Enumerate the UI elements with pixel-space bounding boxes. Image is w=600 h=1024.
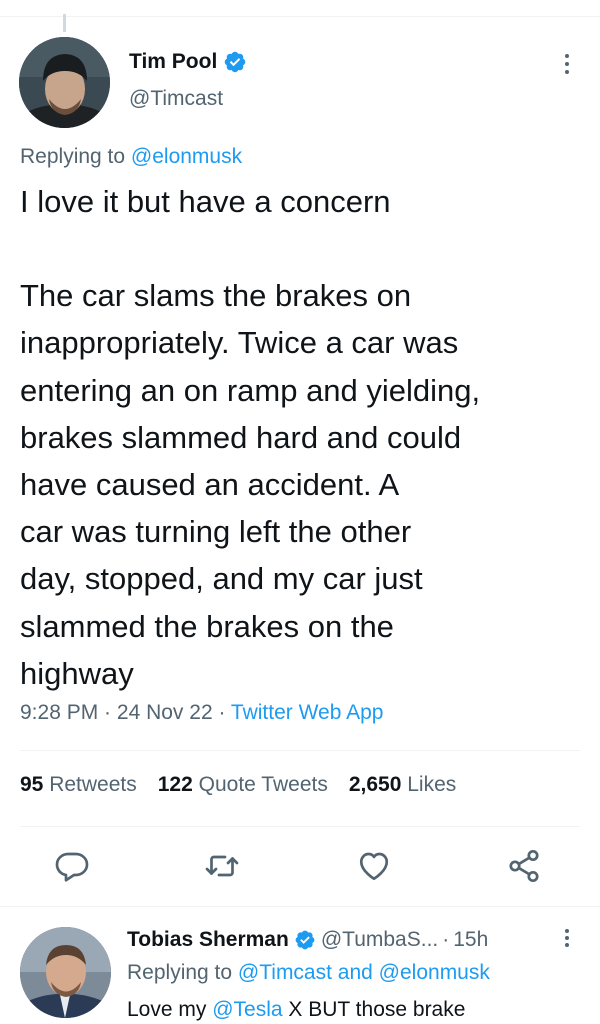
reply-author-avatar[interactable] xyxy=(20,927,111,1018)
reply-avatar-image xyxy=(20,927,111,1018)
reply-separator: · xyxy=(442,928,450,951)
mention-tesla[interactable]: @Tesla xyxy=(212,998,282,1021)
reply-display-name[interactable]: Tobias Sherman xyxy=(127,928,289,952)
likes-stat[interactable]: 2,650 Likes xyxy=(349,773,456,797)
thread-connector-line xyxy=(63,14,66,32)
replying-to-prefix: Replying to xyxy=(20,145,131,168)
author-avatar[interactable] xyxy=(19,37,110,128)
tweet-text-line: inappropriately. Twice a car was xyxy=(20,325,459,361)
replying-to-line: Replying to @elonmusk xyxy=(20,145,242,169)
retweets-label: Retweets xyxy=(49,773,137,796)
tweet-text: I love it but have a concern The car sla… xyxy=(20,178,580,697)
mention-elonmusk[interactable]: @elonmusk xyxy=(379,961,490,984)
retweets-count: 95 xyxy=(20,773,44,796)
likes-label: Likes xyxy=(407,773,457,796)
top-divider xyxy=(0,16,600,17)
tweet-text-line: brakes slammed hard and could xyxy=(20,419,462,455)
reply-icon[interactable] xyxy=(54,848,90,884)
quote-tweets-stat[interactable]: 122 Quote Tweets xyxy=(158,773,328,797)
heart-icon[interactable] xyxy=(356,848,392,884)
tweet-text-line: day, stopped, and my car just xyxy=(20,561,423,597)
likes-count: 2,650 xyxy=(348,773,402,796)
replying-to-mention[interactable]: @elonmusk xyxy=(131,145,242,168)
tweet-text-line: slammed the brakes on the xyxy=(20,608,394,644)
meta-separator: · xyxy=(98,701,117,724)
reply-time[interactable]: 15h xyxy=(453,928,488,952)
divider xyxy=(0,906,600,907)
reply-replying-to-line: Replying to @Timcast and @elonmusk xyxy=(127,961,490,985)
divider xyxy=(20,750,580,751)
tweet-text-blank-line xyxy=(20,225,580,272)
mention-and: and xyxy=(331,961,379,984)
tweet-time[interactable]: 9:28 PM xyxy=(20,701,98,724)
tweet-source-link[interactable]: Twitter Web App xyxy=(231,701,384,724)
verified-badge-icon xyxy=(295,930,315,950)
quotes-label: Quote Tweets xyxy=(198,773,328,796)
tweet-text-line: highway xyxy=(20,655,134,691)
reply-text-suffix: X BUT those brake xyxy=(282,998,466,1021)
author-handle[interactable]: @Timcast xyxy=(129,87,223,111)
retweet-icon[interactable] xyxy=(204,848,240,884)
tweet-text-line: entering an on ramp and yielding, xyxy=(20,372,481,408)
reply-text: Love my @Tesla X BUT those brake xyxy=(127,998,465,1022)
retweets-stat[interactable]: 95 Retweets xyxy=(20,773,137,797)
reply-text-prefix: Love my xyxy=(127,998,213,1021)
tweet-date[interactable]: 24 Nov 22 xyxy=(117,701,213,724)
more-vertical-icon[interactable] xyxy=(560,926,574,954)
tweet-text-line: car was turning left the other xyxy=(20,514,412,550)
tweet-text-line: I love it but have a concern xyxy=(20,184,391,219)
share-icon[interactable] xyxy=(506,848,542,884)
verified-badge-icon xyxy=(225,51,246,73)
tweet-text-line: The car slams the brakes on xyxy=(20,278,412,314)
tweet-actions-bar xyxy=(0,848,600,888)
author-avatar-image xyxy=(19,37,110,128)
reply-header: Tobias Sherman @TumbaS... · 15h xyxy=(127,928,488,952)
meta-separator: · xyxy=(212,701,231,724)
tweet-stats: 95 Retweets 122 Quote Tweets 2,650 Likes xyxy=(20,773,477,797)
mention-timcast[interactable]: @Timcast xyxy=(238,961,332,984)
author-display-name[interactable]: Tim Pool xyxy=(129,50,217,74)
divider xyxy=(20,826,580,827)
more-vertical-icon[interactable] xyxy=(558,50,576,80)
tweet-text-line: have caused an accident. A xyxy=(20,467,400,503)
quotes-count: 122 xyxy=(157,773,193,796)
tweet-meta: 9:28 PM · 24 Nov 22 · Twitter Web App xyxy=(20,701,383,725)
replying-to-prefix: Replying to xyxy=(127,961,238,984)
author-name-line: Tim Pool xyxy=(129,50,247,74)
reply-handle[interactable]: @TumbaS... xyxy=(321,928,438,952)
